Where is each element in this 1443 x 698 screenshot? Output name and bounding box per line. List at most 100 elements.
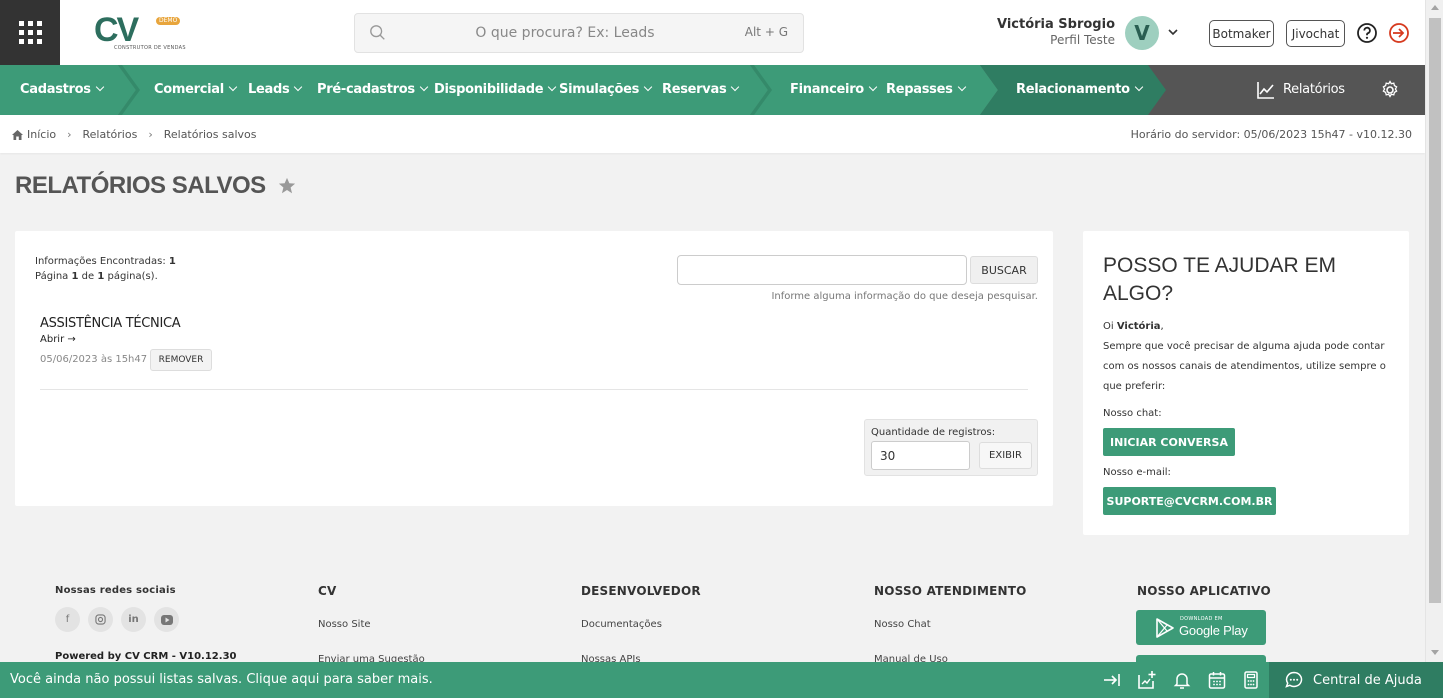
scroll-up-icon[interactable] [1431,5,1439,10]
results-search-input[interactable] [677,255,967,285]
page-of: de [81,271,95,282]
report-date: 05/06/2023 às 15h47 [40,354,148,365]
search-icon [370,25,385,40]
nav-relacionamento[interactable]: Relacionamento [1016,65,1143,115]
main-nav: Cadastros Comercial Leads Pré-cadastros … [0,65,1425,115]
greeting-suffix: , [1160,321,1164,332]
footer-link-chat[interactable]: Nosso Chat [874,619,931,630]
header: CV DEMO CONSTRUTOR DE VENDAS Alt + G Vic… [0,0,1425,65]
start-chat-button[interactable]: INICIAR CONVERSA [1103,428,1235,456]
calendar-icon[interactable] [1207,670,1227,690]
scrollbar[interactable] [1425,0,1443,662]
apps-grid-button[interactable] [0,0,60,65]
logo-subtitle: CONSTRUTOR DE VENDAS [114,45,186,51]
search-input[interactable] [415,14,715,52]
google-play-icon [1156,618,1174,638]
results-card: Informações Encontradas: 1 Página 1 de 1… [15,231,1053,506]
botmaker-button[interactable]: Botmaker [1209,20,1274,47]
page-prefix: Página [35,271,69,282]
footer-link-site[interactable]: Nosso Site [318,619,371,630]
quantity-input[interactable] [871,441,970,470]
quantity-box: Quantidade de registros: EXIBIR [864,419,1038,476]
help-center-button[interactable]: Central de Ajuda [1269,662,1443,698]
page-total: 1 [97,271,105,282]
calculator-icon[interactable] [1241,670,1261,690]
nav-relatorios[interactable]: Relatórios [1283,65,1345,115]
breadcrumb-inicio[interactable]: Início [27,128,56,141]
search-button[interactable]: BUSCAR [970,256,1038,284]
help-title: POSSO TE AJUDAR EM ALGO? [1103,254,1336,305]
gear-icon[interactable] [1380,80,1400,100]
search-shortcut: Alt + G [744,25,788,39]
logout-icon[interactable] [1388,22,1410,44]
breadcrumb: Início › Relatórios › Relatórios salvos [12,128,257,141]
nav-disponibilidade[interactable]: Disponibilidade [434,65,557,115]
jivochat-button[interactable]: Jivochat [1286,20,1345,47]
help-message: Sempre que você precisar de alguma ajuda… [1103,341,1386,392]
linkedin-icon[interactable]: in [121,607,146,632]
nav-repasses[interactable]: Repasses [886,65,966,115]
global-search[interactable]: Alt + G [354,13,804,53]
mail-label: Nosso e-mail: [1103,467,1171,478]
user-info[interactable]: Victória Sbrogio Perfil Teste [990,16,1115,48]
greeting-name: Victória [1116,321,1161,332]
support-email-button[interactable]: SUPORTE@CVCRM.COM.BR [1103,487,1276,515]
scrollbar-thumb[interactable] [1429,18,1441,603]
social-title: Nossas redes sociais [55,585,176,596]
youtube-icon[interactable] [154,607,179,632]
nav-simulacoes[interactable]: Simulações [559,65,653,115]
collapse-right-icon[interactable] [1102,670,1122,690]
chevron-down-icon[interactable] [1167,26,1179,38]
quantity-label: Quantidade de registros: [871,427,996,438]
logo-text: CV [94,11,139,49]
scroll-down-icon[interactable] [1431,650,1439,655]
help-center-label: Central de Ajuda [1313,672,1422,688]
footer-app-title: NOSSO APLICATIVO [1137,584,1271,598]
page-current: 1 [71,271,79,282]
google-play-small: DOWNLOAD EM [1180,616,1223,622]
breadcrumb-separator: › [148,128,153,141]
divider [40,389,1028,390]
show-button[interactable]: EXIBIR [979,442,1032,469]
chart-line-icon [1257,82,1274,99]
google-play-label: Google Play [1179,623,1248,638]
google-play-button[interactable]: DOWNLOAD EM Google Play [1136,610,1266,645]
logo-badge: DEMO [156,17,181,25]
nav-cadastros[interactable]: Cadastros [20,65,104,115]
breadcrumb-separator: › [67,128,72,141]
avatar[interactable]: V [1125,16,1159,50]
breadcrumb-bar: Início › Relatórios › Relatórios salvos … [0,115,1425,153]
found-count: 1 [168,256,176,267]
saved-lists-message[interactable]: Você ainda não possui listas salvas. Cli… [10,672,433,687]
found-label: Informações Encontradas: [35,256,166,267]
bottom-bar: Você ainda não possui listas salvas. Cli… [0,662,1443,698]
logo[interactable]: CV DEMO CONSTRUTOR DE VENDAS [92,12,188,54]
instagram-icon[interactable] [88,607,113,632]
remove-button[interactable]: REMOVER [150,349,212,371]
star-icon[interactable] [278,177,296,195]
nav-comercial[interactable]: Comercial [154,65,238,115]
server-time: Horário do servidor: 05/06/2023 15h47 - … [1130,128,1412,141]
help-text: Oi Victória, Sempre que você precisar de… [1103,317,1403,397]
results-info: Informações Encontradas: 1 Página 1 de 1… [35,254,176,284]
nav-pre-cadastros[interactable]: Pré-cadastros [317,65,429,115]
chat-bubble-icon [1285,671,1303,688]
search-hint: Informe alguma informação do que deseja … [771,291,1038,302]
add-list-icon[interactable] [1137,670,1157,690]
help-circle-icon[interactable] [1356,22,1378,44]
nav-reservas[interactable]: Reservas [662,65,740,115]
open-report-link[interactable]: Abrir → [40,334,76,345]
chat-label: Nosso chat: [1103,408,1162,419]
breadcrumb-relatorios-salvos: Relatórios salvos [163,128,257,141]
footer-support-title: NOSSO ATENDIMENTO [874,584,1027,598]
footer-link-docs[interactable]: Documentações [581,619,662,630]
footer-dev-title: DESENVOLVEDOR [581,584,701,598]
facebook-icon[interactable]: f [55,607,80,632]
nav-leads[interactable]: Leads [248,65,303,115]
nav-financeiro[interactable]: Financeiro [790,65,878,115]
report-title[interactable]: ASSISTÊNCIA TÉCNICA [40,316,181,331]
bell-icon[interactable] [1172,670,1192,690]
breadcrumb-relatorios[interactable]: Relatórios [83,128,138,141]
page-title: RELATÓRIOS SALVOS [15,172,266,199]
apps-grid-icon [18,21,42,44]
